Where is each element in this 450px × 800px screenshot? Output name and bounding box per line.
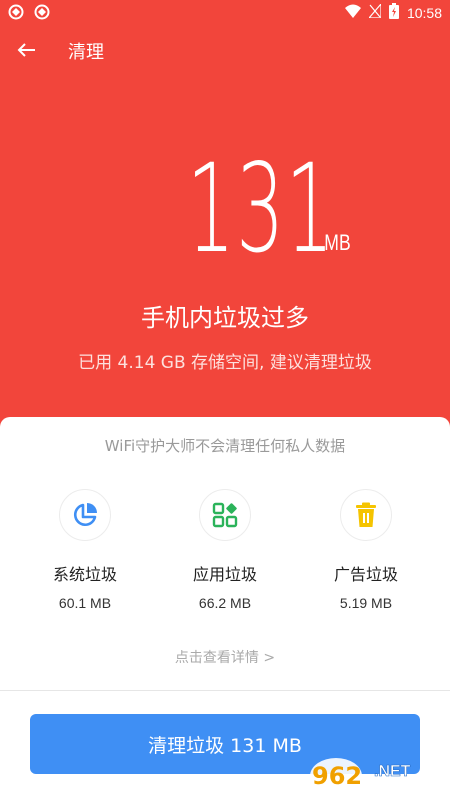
status-headline: 手机内垃圾过多 — [141, 304, 309, 332]
signal-icon — [367, 2, 382, 22]
category-label: 应用垃圾 — [192, 565, 257, 584]
view-details-link[interactable]: 点击查看详情 > — [0, 647, 450, 667]
trash-icon — [340, 489, 392, 541]
category-size: 5.19 MB — [339, 595, 393, 611]
wifi-icon — [344, 4, 361, 22]
result-sheet: WiFi守护大师不会清理任何私人数据 系统垃圾 60.1 MB 应用垃圾 66.… — [0, 417, 450, 800]
category-label: 广告垃圾 — [333, 565, 398, 584]
apps-grid-icon — [199, 489, 251, 541]
arrow-left-icon — [17, 43, 35, 57]
category-app-junk[interactable]: 应用垃圾 66.2 MB — [165, 489, 285, 611]
category-size: 60.1 MB — [58, 595, 112, 611]
svg-text:乐游网: 乐游网 — [376, 781, 412, 795]
app-bar: 清理 — [0, 24, 450, 76]
page-title: 清理 — [68, 42, 104, 63]
divider — [0, 690, 450, 691]
status-bar: 10:58 — [0, 0, 450, 24]
storage-subtext: 已用 4.14 GB 存储空间, 建议清理垃圾 — [78, 353, 372, 373]
svg-text:.NET: .NET — [374, 763, 411, 780]
watermark-logo: 962 .NET 乐游网 — [310, 758, 412, 795]
junk-categories: 系统垃圾 60.1 MB 应用垃圾 66.2 MB 广告垃圾 5.19 MB — [0, 489, 450, 619]
back-button[interactable] — [14, 37, 40, 63]
sync-icon — [34, 4, 50, 24]
status-time: 10:58 — [406, 5, 442, 21]
category-system-junk[interactable]: 系统垃圾 60.1 MB — [25, 489, 145, 611]
junk-size-value: 131 — [186, 138, 335, 280]
category-size: 66.2 MB — [198, 595, 252, 611]
sync-icon — [8, 4, 24, 24]
category-ad-junk[interactable]: 广告垃圾 5.19 MB — [306, 489, 426, 611]
privacy-note: WiFi守护大师不会清理任何私人数据 — [104, 437, 346, 455]
pie-chart-icon — [59, 489, 111, 541]
battery-icon — [388, 3, 399, 23]
junk-size-unit: MB — [324, 230, 351, 255]
svg-text:962: 962 — [312, 762, 362, 790]
category-label: 系统垃圾 — [52, 565, 117, 584]
junk-size-display: 131 MB — [0, 140, 450, 270]
